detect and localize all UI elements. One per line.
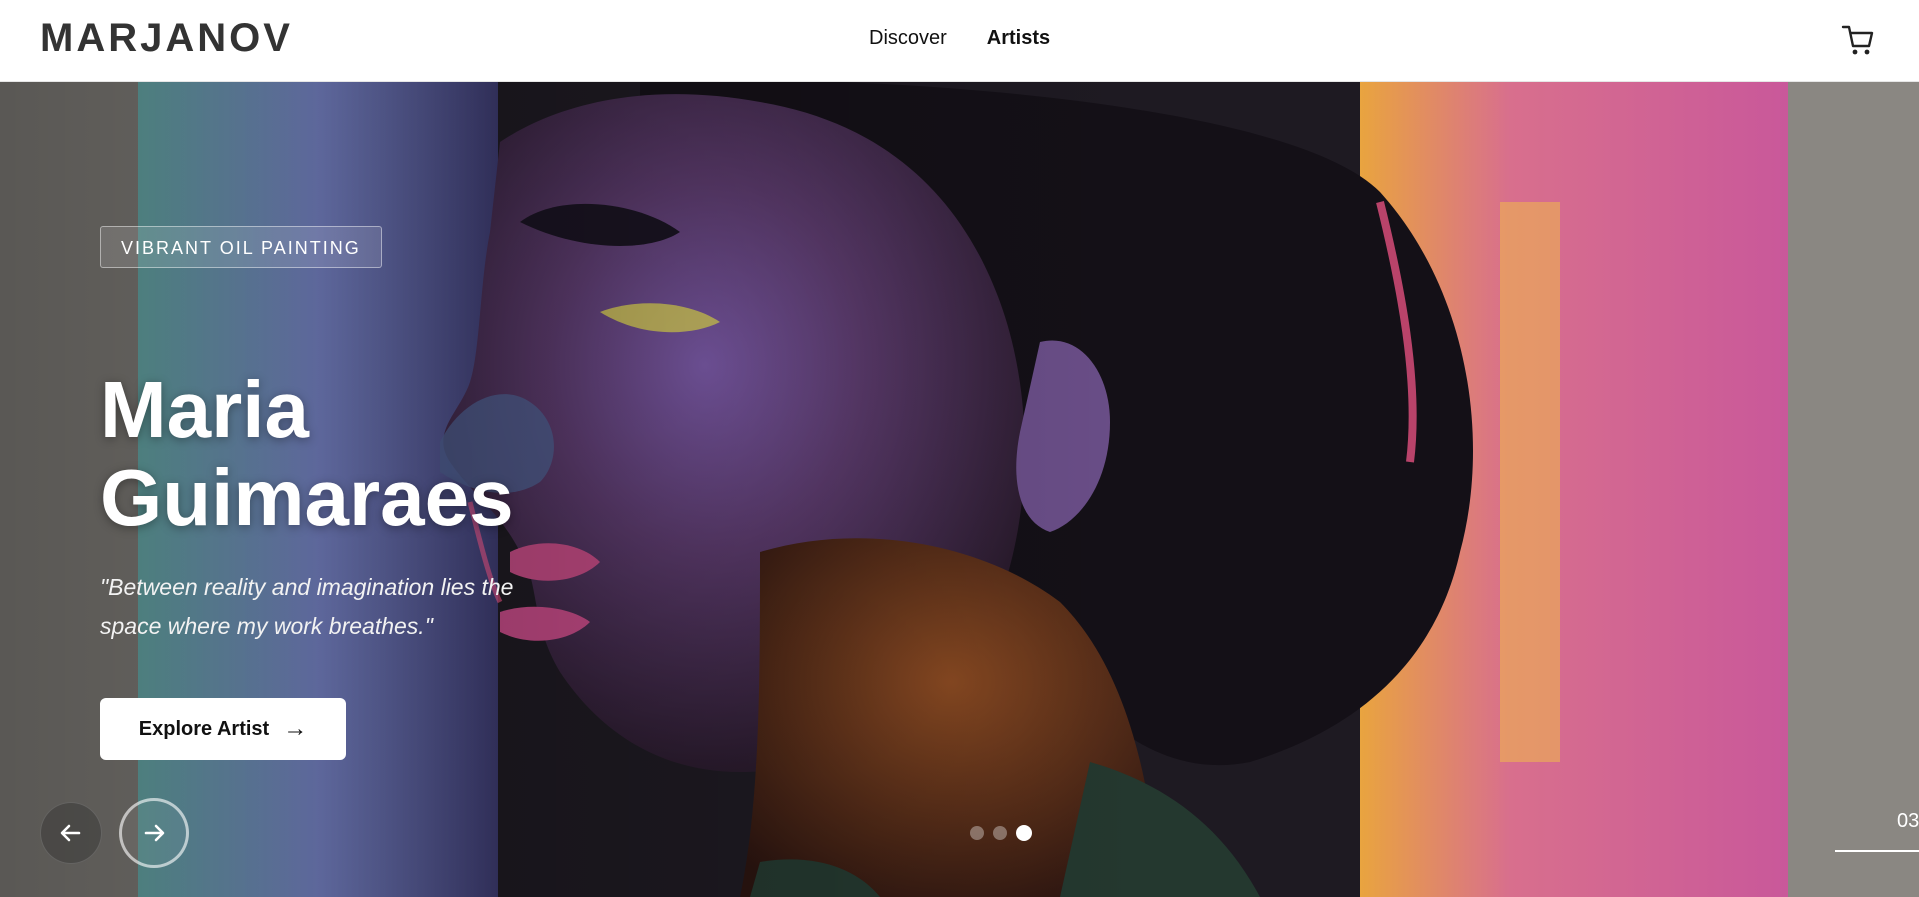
hero-slider: VIBRANT OIL PAINTING Maria Guimaraes "Be… [0,82,1919,897]
main-nav: Discover Artists [869,27,1050,50]
explore-artist-label: Explore Artist [138,717,270,740]
quote-line1: "Between reality and imagination lies th… [100,574,514,600]
logo[interactable]: MARJANOV [40,16,293,61]
site-header: MARJANOV Discover Artists [0,0,1919,82]
artist-quote: "Between reality and imagination lies th… [100,568,570,646]
artist-name-line2: Guimaraes [100,453,514,542]
cart-icon[interactable] [1840,22,1876,58]
slide-dot-1[interactable] [970,826,984,840]
arrow-left-icon [60,824,81,842]
artist-name-line1: Maria [100,365,309,454]
nav-artists[interactable]: Artists [987,27,1050,50]
next-slide-button[interactable] [119,798,189,868]
arrow-right-icon [144,824,165,842]
artist-name: Maria Guimaraes [100,366,700,542]
slide-dot-2[interactable] [993,826,1007,840]
prev-slide-button[interactable] [40,802,102,864]
slide-indicators [970,825,1032,841]
arrow-right-icon: → [283,715,308,742]
slide-dot-3[interactable] [1016,825,1032,841]
category-tag: VIBRANT OIL PAINTING [100,226,382,268]
slide-progress-line [1835,850,1919,852]
explore-artist-button[interactable]: Explore Artist → [100,698,346,760]
nav-discover[interactable]: Discover [869,27,947,50]
quote-line2: space where my work breathes." [100,613,433,639]
slide-counter: 03 [1897,810,1919,832]
